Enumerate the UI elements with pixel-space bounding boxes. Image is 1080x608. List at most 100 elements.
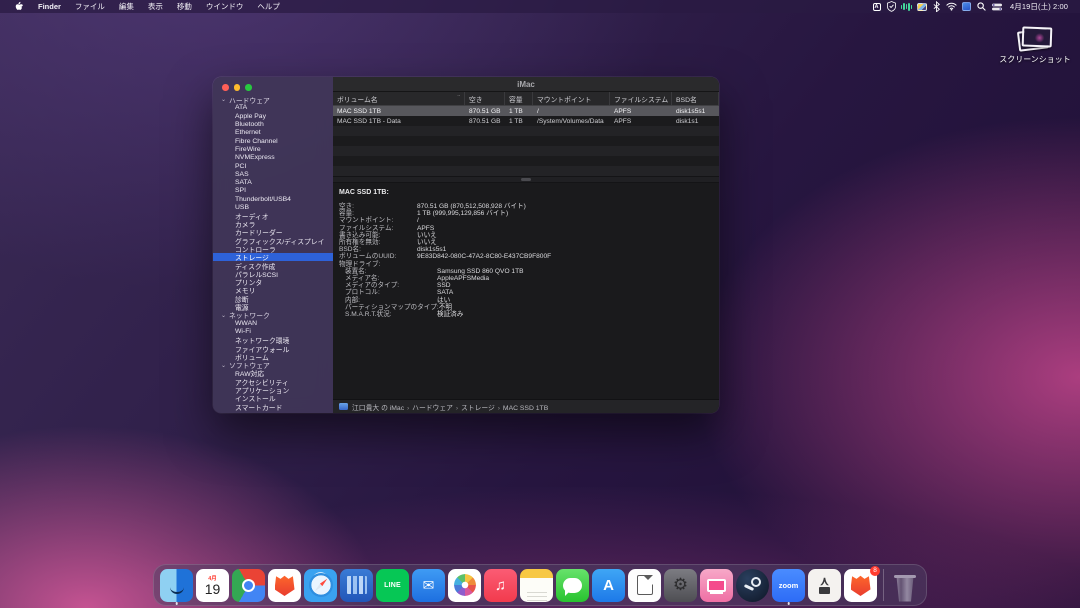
dock-icon-finder[interactable] — [160, 569, 193, 602]
sidebar-item-グラフィックス/ディスプレイ[interactable]: グラフィックス/ディスプレイ — [213, 237, 333, 245]
column-header-2[interactable]: 容量 — [505, 92, 533, 105]
zoom-button[interactable] — [245, 84, 252, 91]
sidebar-item-ATA[interactable]: ATA — [213, 104, 333, 112]
sidebar-item-Ethernet[interactable]: Ethernet — [213, 129, 333, 137]
dock-icon-photos[interactable] — [448, 569, 481, 602]
waveform-item[interactable] — [899, 0, 914, 13]
sidebar-section-2[interactable]: ⌄ソフトウェア — [213, 361, 333, 369]
sidebar-item-メモリ[interactable]: メモリ — [213, 286, 333, 294]
sidebar-section-0[interactable]: ⌄ハードウェア — [213, 96, 333, 104]
sidebar-item-Bluetooth[interactable]: Bluetooth — [213, 120, 333, 128]
dock-icon-zoom[interactable]: zoom — [772, 569, 805, 602]
input-source-item[interactable]: A — [869, 0, 884, 13]
breadcrumb-segment-0[interactable]: 江口貴大 の iMac — [352, 405, 404, 412]
dock-icon-line[interactable]: LINE — [376, 569, 409, 602]
table-row-0[interactable]: MAC SSD 1TB870.51 GB1 TB/APFSdisk1s5s1 — [333, 106, 719, 116]
column-header-4[interactable]: ファイルシステム — [610, 92, 672, 105]
sidebar-item-ストレージ[interactable]: ストレージ — [213, 253, 333, 261]
dock-icon-appstore[interactable]: A — [592, 569, 625, 602]
spotlight-item[interactable] — [974, 0, 989, 13]
sidebar-item-コントローラ[interactable]: コントローラ — [213, 245, 333, 253]
sidebar-section-1[interactable]: ⌄ネットワーク — [213, 311, 333, 319]
sidebar-item-NVMExpress[interactable]: NVMExpress — [213, 154, 333, 162]
sidebar-item-カードリーダー[interactable]: カードリーダー — [213, 228, 333, 236]
menu-item-1[interactable]: ファイル — [68, 0, 112, 13]
shield-item[interactable] — [884, 0, 899, 13]
sidebar-item-Fibre Channel[interactable]: Fibre Channel — [213, 137, 333, 145]
dock-icon-libre[interactable] — [628, 569, 661, 602]
blue-app-item[interactable] — [959, 0, 974, 13]
dock-icon-trash[interactable] — [890, 569, 920, 602]
dock-icon-notes[interactable] — [520, 569, 553, 602]
menu-item-6[interactable]: ヘルプ — [250, 0, 287, 13]
breadcrumb-separator: › — [453, 405, 461, 412]
bluetooth-item[interactable] — [929, 0, 944, 13]
sidebar-item-アクセシビリティ[interactable]: アクセシビリティ — [213, 378, 333, 386]
control-center-item[interactable] — [989, 0, 1004, 13]
sidebar-item-ディスク作成[interactable]: ディスク作成 — [213, 261, 333, 269]
table-row-1[interactable]: MAC SSD 1TB - Data870.51 GB1 TB/System/V… — [333, 116, 719, 126]
detail-value: / — [417, 217, 419, 224]
sidebar-item-ネットワーク環境[interactable]: ネットワーク環境 — [213, 336, 333, 344]
sidebar-item-アプリケーション[interactable]: アプリケーション — [213, 386, 333, 394]
sidebar-item-FireWire[interactable]: FireWire — [213, 145, 333, 153]
column-header-1[interactable]: 空き — [465, 92, 505, 105]
minimize-button[interactable] — [234, 84, 241, 91]
pane-splitter[interactable] — [333, 176, 719, 183]
dock-icon-steam[interactable] — [736, 569, 769, 602]
sidebar-item-RAW対応[interactable]: RAW対応 — [213, 369, 333, 377]
sidebar-item-SAS[interactable]: SAS — [213, 170, 333, 178]
dock-icon-claw[interactable]: ⋏ — [808, 569, 841, 602]
dock-icon-mail[interactable]: ✉ — [412, 569, 445, 602]
detail-row-4: 書き込み可能:いいえ — [339, 232, 719, 239]
screens-item[interactable] — [914, 0, 929, 13]
sidebar-item-Thunderbolt/USB4[interactable]: Thunderbolt/USB4 — [213, 195, 333, 203]
dock-icon-music[interactable]: ♫ — [484, 569, 517, 602]
menu-bar-clock[interactable]: 4月19日(土) 2:00 — [1004, 1, 1072, 12]
sidebar-item-SATA[interactable]: SATA — [213, 178, 333, 186]
close-button[interactable] — [222, 84, 229, 91]
sidebar-item-インストール[interactable]: インストール — [213, 394, 333, 402]
menu-item-4[interactable]: 移動 — [170, 0, 199, 13]
music-note-glyph: ♫ — [495, 577, 506, 594]
sidebar-item-電源[interactable]: 電源 — [213, 303, 333, 311]
sidebar-item-ファイアウォール[interactable]: ファイアウォール — [213, 344, 333, 352]
menu-item-0[interactable]: Finder — [31, 0, 68, 13]
sidebar-item-スマートカード[interactable]: スマートカード — [213, 402, 333, 410]
menu-item-5[interactable]: ウインドウ — [199, 0, 251, 13]
sidebar-item-パラレルSCSI[interactable]: パラレルSCSI — [213, 270, 333, 278]
dock-icon-chrome[interactable] — [232, 569, 265, 602]
dock-icon-display[interactable] — [700, 569, 733, 602]
breadcrumb-segment-1[interactable]: ハードウェア — [412, 405, 453, 412]
breadcrumb-segment-3[interactable]: MAC SSD 1TB — [503, 405, 548, 412]
apple-menu-icon[interactable] — [8, 1, 31, 12]
sidebar-item-Wi-Fi[interactable]: Wi-Fi — [213, 328, 333, 336]
desktop-icon-screenshots[interactable]: スクリーンショット — [1004, 27, 1066, 65]
column-header-0[interactable]: ボリューム名ˆ — [333, 92, 465, 105]
sidebar-item-カメラ[interactable]: カメラ — [213, 220, 333, 228]
dock-icon-messages[interactable] — [556, 569, 589, 602]
dock-icon-brave[interactable] — [268, 569, 301, 602]
sidebar-item-プリンタ[interactable]: プリンタ — [213, 278, 333, 286]
menu-item-2[interactable]: 編集 — [112, 0, 141, 13]
dock-icon-safari[interactable] — [304, 569, 337, 602]
sidebar-item-診断[interactable]: 診断 — [213, 295, 333, 303]
sidebar-item-Apple Pay[interactable]: Apple Pay — [213, 112, 333, 120]
dock-icon-ledger[interactable] — [340, 569, 373, 602]
dock-icon-syspref[interactable]: ⚙ — [664, 569, 697, 602]
sidebar-item-SPI[interactable]: SPI — [213, 187, 333, 195]
sidebar-item-オーディオ[interactable]: オーディオ — [213, 212, 333, 220]
breadcrumb-segment-2[interactable]: ストレージ — [461, 405, 495, 412]
waveform-icon — [901, 3, 912, 11]
dock-icon-calendar[interactable]: 4月19 — [196, 569, 229, 602]
column-header-3[interactable]: マウントポイント — [533, 92, 610, 105]
dock-icon-brave[interactable]: 8 — [844, 569, 877, 602]
sidebar-item-USB[interactable]: USB — [213, 203, 333, 211]
sidebar-item-WWAN[interactable]: WWAN — [213, 320, 333, 328]
wifi-item[interactable] — [944, 0, 959, 13]
sidebar-item-PCI[interactable]: PCI — [213, 162, 333, 170]
sidebar-item-ボリューム[interactable]: ボリューム — [213, 353, 333, 361]
column-header-5[interactable]: BSD名 — [672, 92, 719, 105]
cell-0-4: APFS — [610, 108, 672, 115]
menu-item-3[interactable]: 表示 — [141, 0, 170, 13]
